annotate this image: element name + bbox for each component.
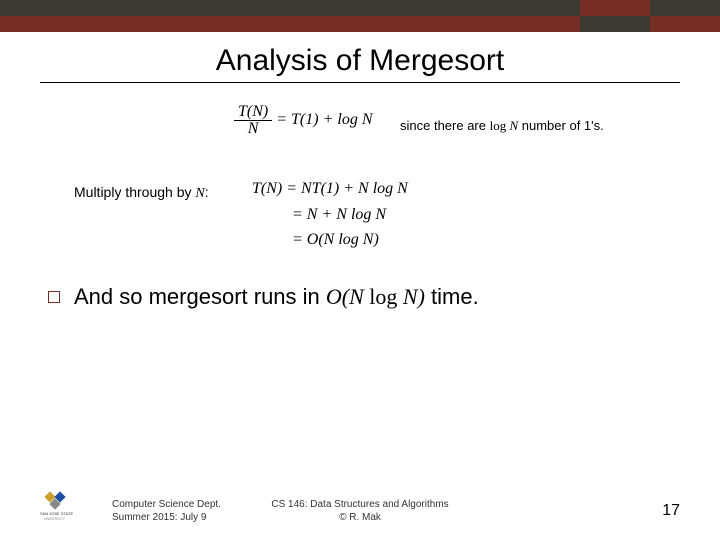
stripe xyxy=(0,16,580,32)
equation-2: T(N) = NT(1) + N log N = N + N log N = O… xyxy=(252,176,408,253)
stripe xyxy=(580,0,650,16)
eq2-line1: T(N) = NT(1) + N log N xyxy=(252,180,408,197)
eq1-denominator: N xyxy=(248,120,259,137)
since-suffix: number of 1's. xyxy=(518,118,604,133)
multiply-prefix: Multiply through by xyxy=(74,184,195,200)
multiply-note: Multiply through by N: xyxy=(74,184,209,202)
eq1-rhs: = T(1) + log N xyxy=(272,111,372,128)
bullet-math-2: N) xyxy=(403,284,425,309)
multiply-suffix: : xyxy=(205,184,209,200)
since-math: log N xyxy=(490,118,519,133)
stripe xyxy=(580,16,650,32)
since-prefix: since there are xyxy=(400,118,490,133)
footer-copyright: © R. Mak xyxy=(40,512,680,525)
since-note: since there are log N number of 1's. xyxy=(400,118,604,134)
stripe xyxy=(0,0,580,16)
bullet-suffix: time. xyxy=(425,284,479,309)
stripe xyxy=(650,16,720,32)
slide-title: Analysis of Mergesort xyxy=(0,44,720,78)
bullet-text: And so mergesort runs in O(N log N) time… xyxy=(74,284,479,309)
title-underline xyxy=(40,82,680,83)
stripe xyxy=(650,0,720,16)
title-decoration xyxy=(0,0,720,32)
eq2-line2: = N + N log N xyxy=(292,206,386,223)
footer-center: CS 146: Data Structures and Algorithms ©… xyxy=(40,499,680,524)
equation-1: T(N) N = T(1) + log N xyxy=(234,104,373,137)
eq2-line3: = O(N log N) xyxy=(292,231,379,248)
multiply-var: N xyxy=(195,186,204,201)
bullet-item: And so mergesort runs in O(N log N) time… xyxy=(48,284,680,310)
bullet-math-log: log xyxy=(369,284,403,309)
footer: SAN JOSE STATE UNIVERSITY Computer Scien… xyxy=(40,486,680,526)
slide-number: 17 xyxy=(662,502,680,520)
bullet-prefix: And so mergesort runs in xyxy=(74,284,326,309)
bullet-marker-icon xyxy=(48,291,60,303)
eq1-numerator: T(N) xyxy=(238,103,268,120)
footer-course: CS 146: Data Structures and Algorithms xyxy=(40,499,680,512)
bullet-math-1: O(N xyxy=(326,284,369,309)
